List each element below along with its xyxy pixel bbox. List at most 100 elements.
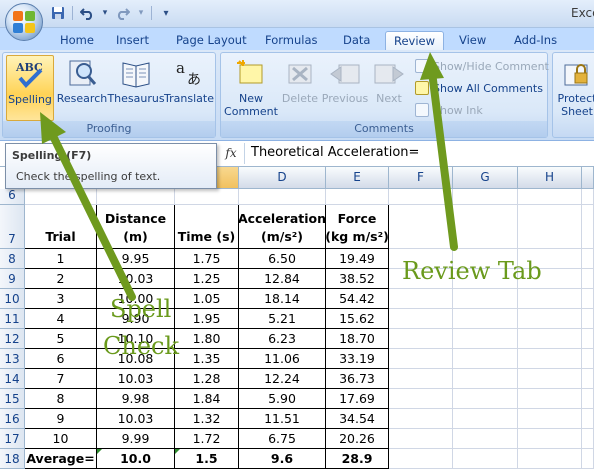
translate-button[interactable]: a あ Translate bbox=[164, 55, 214, 105]
average-row-empty-cell[interactable] bbox=[453, 449, 518, 469]
table-cell-trial[interactable]: 3 bbox=[25, 289, 97, 309]
table-cell-accel[interactable]: 6.75 bbox=[239, 429, 326, 449]
average-row-empty-cell[interactable] bbox=[582, 449, 594, 469]
table-cell-force[interactable]: 34.54 bbox=[326, 409, 389, 429]
data-row-empty-cell[interactable] bbox=[582, 349, 594, 369]
spelling-button[interactable]: ABC Spelling bbox=[6, 55, 54, 121]
table-cell-trial[interactable]: 1 bbox=[25, 249, 97, 269]
data-row-empty-cell[interactable] bbox=[518, 369, 582, 389]
data-row-empty-cell[interactable] bbox=[389, 409, 453, 429]
column-header-h[interactable]: H bbox=[518, 167, 582, 189]
thesaurus-button[interactable]: Thesaurus bbox=[107, 55, 165, 105]
data-row-empty-cell[interactable] bbox=[453, 309, 518, 329]
data-row-empty-cell[interactable] bbox=[582, 329, 594, 349]
data-row-empty-cell[interactable] bbox=[518, 349, 582, 369]
table-cell-time[interactable]: 1.80 bbox=[175, 329, 239, 349]
tab-view[interactable]: View bbox=[451, 31, 494, 50]
row-header[interactable]: 10 bbox=[0, 289, 25, 309]
previous-comment-button[interactable]: Previous bbox=[321, 55, 369, 105]
table-cell-force[interactable]: 18.70 bbox=[326, 329, 389, 349]
delete-comment-button[interactable]: Delete bbox=[281, 55, 319, 105]
table-cell-force[interactable]: 38.52 bbox=[326, 269, 389, 289]
data-row-empty-cell[interactable] bbox=[518, 309, 582, 329]
row-header[interactable]: 7 bbox=[0, 205, 25, 249]
column-header-g[interactable]: G bbox=[453, 167, 518, 189]
row-header[interactable]: 17 bbox=[0, 429, 25, 449]
data-row-empty-cell[interactable] bbox=[582, 429, 594, 449]
data-row-empty-cell[interactable] bbox=[518, 329, 582, 349]
data-row-empty-cell[interactable] bbox=[582, 369, 594, 389]
table-cell-time[interactable]: 1.32 bbox=[175, 409, 239, 429]
table-cell-distance[interactable]: 10.03 bbox=[97, 269, 175, 289]
tab-page-layout[interactable]: Page Layout bbox=[168, 31, 255, 50]
show-hide-comment-button[interactable]: Show/Hide Comment bbox=[415, 59, 549, 73]
row6-cell[interactable] bbox=[175, 189, 239, 205]
row-header[interactable]: 16 bbox=[0, 409, 25, 429]
force-header[interactable]: Force (kg m/s²) bbox=[325, 205, 389, 249]
row-header[interactable]: 8 bbox=[0, 249, 25, 269]
table-cell-time[interactable]: 1.05 bbox=[175, 289, 239, 309]
table-cell-force[interactable]: 15.62 bbox=[326, 309, 389, 329]
data-row-empty-cell[interactable] bbox=[389, 329, 453, 349]
table-cell-time[interactable]: 1.84 bbox=[175, 389, 239, 409]
save-icon[interactable] bbox=[50, 5, 66, 21]
table-cell-time[interactable]: 1.35 bbox=[175, 349, 239, 369]
show-all-comments-button[interactable]: Show All Comments bbox=[415, 81, 543, 95]
column-header-e[interactable]: E bbox=[326, 167, 389, 189]
row7-empty-cell[interactable] bbox=[453, 205, 518, 249]
office-button[interactable] bbox=[5, 3, 43, 41]
average-force[interactable]: 28.9 bbox=[326, 449, 389, 469]
row7-empty-cell[interactable] bbox=[518, 205, 582, 249]
table-cell-trial[interactable]: 7 bbox=[25, 369, 97, 389]
row-header[interactable]: 12 bbox=[0, 329, 25, 349]
show-ink-button[interactable]: Show Ink bbox=[415, 103, 483, 117]
research-button[interactable]: Research bbox=[57, 55, 107, 105]
table-cell-trial[interactable]: 9 bbox=[25, 409, 97, 429]
average-row-empty-cell[interactable] bbox=[389, 449, 453, 469]
tab-insert[interactable]: Insert bbox=[108, 31, 157, 50]
tab-data[interactable]: Data bbox=[335, 31, 378, 50]
column-header-f[interactable]: F bbox=[389, 167, 453, 189]
row-header[interactable]: 13 bbox=[0, 349, 25, 369]
protect-sheet-button[interactable]: Protect Sheet bbox=[555, 55, 594, 118]
data-row-empty-cell[interactable] bbox=[518, 289, 582, 309]
data-row-empty-cell[interactable] bbox=[389, 389, 453, 409]
worksheet-grid[interactable]: D E F G H 6 7 Trial Distance (m) Time (s) Acce… bbox=[0, 167, 594, 471]
average-acceleration[interactable]: 9.6 bbox=[239, 449, 326, 469]
data-row-empty-cell[interactable] bbox=[518, 429, 582, 449]
new-comment-button[interactable]: New Comment bbox=[224, 55, 278, 118]
table-cell-accel[interactable]: 11.51 bbox=[239, 409, 326, 429]
row-header[interactable]: 9 bbox=[0, 269, 25, 289]
row6-empty-cell[interactable] bbox=[518, 189, 582, 205]
customize-qat-icon[interactable]: ▾ bbox=[158, 5, 174, 21]
table-cell-accel[interactable]: 11.06 bbox=[239, 349, 326, 369]
table-cell-force[interactable]: 54.42 bbox=[326, 289, 389, 309]
table-cell-force[interactable]: 20.26 bbox=[326, 429, 389, 449]
table-cell-force[interactable]: 17.69 bbox=[326, 389, 389, 409]
data-row-empty-cell[interactable] bbox=[582, 289, 594, 309]
data-row-empty-cell[interactable] bbox=[453, 329, 518, 349]
data-row-empty-cell[interactable] bbox=[582, 389, 594, 409]
data-row-empty-cell[interactable] bbox=[582, 309, 594, 329]
column-header-i[interactable] bbox=[582, 167, 594, 189]
table-cell-accel[interactable]: 12.84 bbox=[239, 269, 326, 289]
data-row-empty-cell[interactable] bbox=[453, 289, 518, 309]
column-header-d[interactable]: D bbox=[239, 167, 326, 189]
tab-add-ins[interactable]: Add-Ins bbox=[506, 31, 565, 50]
data-row-empty-cell[interactable] bbox=[389, 429, 453, 449]
table-cell-trial[interactable]: 8 bbox=[25, 389, 97, 409]
distance-header[interactable]: Distance (m) bbox=[97, 205, 175, 249]
row6-cell[interactable] bbox=[239, 189, 326, 205]
data-row-empty-cell[interactable] bbox=[453, 389, 518, 409]
table-cell-distance[interactable]: 9.99 bbox=[97, 429, 175, 449]
table-cell-trial[interactable]: 2 bbox=[25, 269, 97, 289]
data-row-empty-cell[interactable] bbox=[453, 349, 518, 369]
row6-empty-cell[interactable] bbox=[389, 189, 453, 205]
row6-cell[interactable] bbox=[25, 189, 97, 205]
table-cell-accel[interactable]: 12.24 bbox=[239, 369, 326, 389]
table-cell-accel[interactable]: 6.50 bbox=[239, 249, 326, 269]
row7-empty-cell[interactable] bbox=[389, 205, 453, 249]
data-row-empty-cell[interactable] bbox=[389, 309, 453, 329]
table-cell-time[interactable]: 1.95 bbox=[175, 309, 239, 329]
average-distance[interactable]: 10.0 bbox=[97, 449, 175, 469]
